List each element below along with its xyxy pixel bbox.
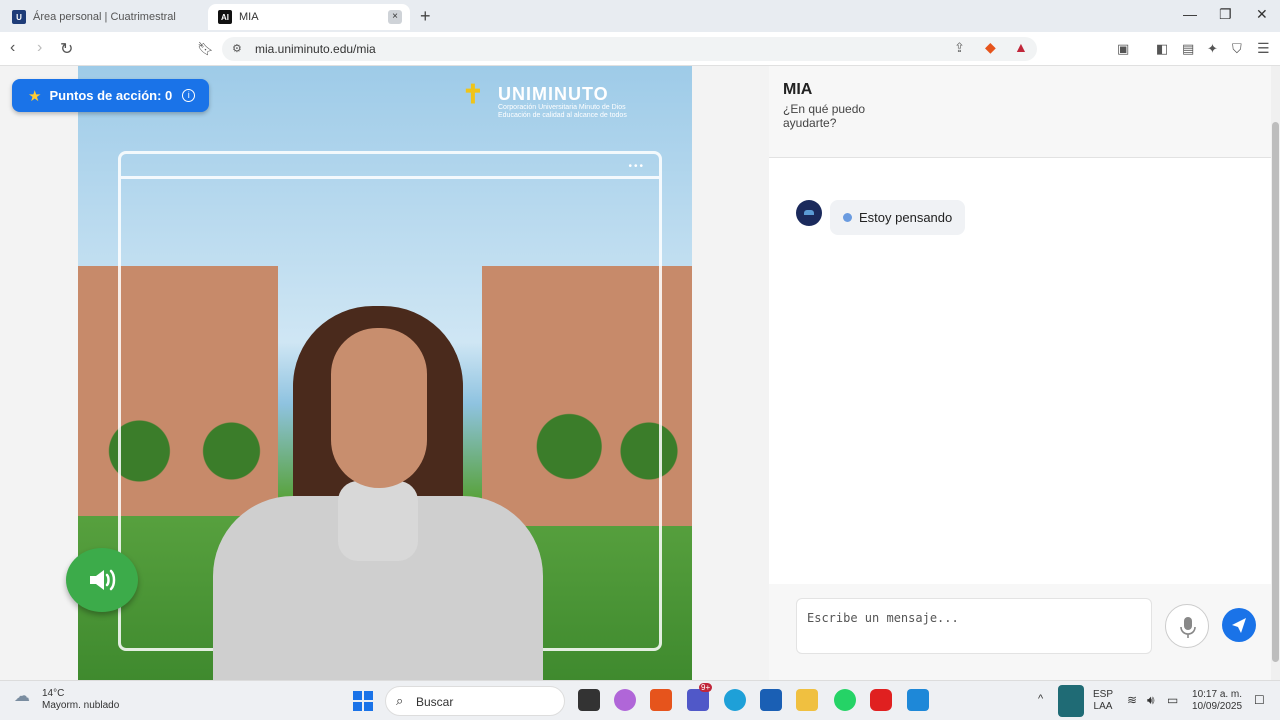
- microphone-button[interactable]: [1165, 604, 1209, 648]
- edge-icon[interactable]: [724, 689, 746, 711]
- mic-tray-icon[interactable]: [1058, 685, 1084, 717]
- store-icon[interactable]: [760, 689, 782, 711]
- thinking-dot-icon: [843, 213, 852, 222]
- avatar-scene: ••• ✝ UNIMINUTO Corporación Universitari…: [78, 66, 692, 680]
- chat-input-area: Escribe un mensaje...: [769, 584, 1271, 680]
- youtube-icon[interactable]: [870, 689, 892, 711]
- page-scrollbar[interactable]: [1271, 66, 1280, 680]
- avatar-face: [331, 328, 427, 488]
- chat-title: MIA: [783, 81, 813, 98]
- tab-label: Área personal | Cuatrimestral: [33, 11, 176, 23]
- mia-avatar: [213, 306, 543, 680]
- task-view-icon[interactable]: [578, 689, 600, 711]
- browser-toolbar: ‹ › ↻ 🔖︎ ⚙ mia.uniminuto.edu/mia ⇪ ◆ ▲ ▣…: [0, 32, 1280, 66]
- taskbar-search[interactable]: ⌕ Buscar: [385, 686, 565, 716]
- tab-label: MIA: [239, 11, 259, 23]
- speaker-icon: [90, 569, 116, 591]
- sidebar-icon[interactable]: ◧: [1156, 41, 1168, 57]
- chat-header: MIA ¿En qué puedo ayudarte?: [769, 66, 1271, 158]
- notifications-icon[interactable]: ☐: [1254, 694, 1265, 706]
- address-bar[interactable]: ⚙ mia.uniminuto.edu/mia ⇪ ◆ ▲: [222, 37, 1037, 61]
- reload-icon[interactable]: ↻: [60, 39, 73, 59]
- battery-icon[interactable]: ▭: [1167, 694, 1178, 706]
- microphone-icon: [1180, 617, 1196, 638]
- teams-icon[interactable]: 9+: [687, 683, 713, 711]
- send-button[interactable]: [1222, 608, 1256, 642]
- close-icon[interactable]: ✕: [1256, 6, 1268, 23]
- file-explorer-icon[interactable]: [796, 689, 818, 711]
- cloudy-icon: ☁: [14, 688, 30, 705]
- weather-desc: Mayorm. nublado: [42, 700, 120, 711]
- whatsapp-icon[interactable]: [834, 689, 856, 711]
- chevron-up-icon[interactable]: ^: [1038, 693, 1043, 705]
- chat-panel: MIA ¿En qué puedo ayudarte? Estoy pensan…: [769, 66, 1271, 680]
- tab-area-personal[interactable]: U Área personal | Cuatrimestral: [0, 4, 205, 30]
- brave-shield-icon[interactable]: ◆: [985, 39, 996, 56]
- menu-icon[interactable]: ☰: [1257, 40, 1270, 57]
- vscode-icon[interactable]: [907, 689, 929, 711]
- uniminuto-logo: ✝ UNIMINUTO Corporación Universitaria Mi…: [462, 80, 627, 119]
- url-text: mia.uniminuto.edu/mia: [255, 42, 376, 56]
- action-points-button[interactable]: ★ Puntos de acción: 0 i: [12, 79, 210, 112]
- back-icon[interactable]: ‹: [10, 39, 15, 57]
- thinking-text: Estoy pensando: [859, 210, 953, 225]
- send-icon: [1232, 618, 1246, 633]
- copilot-icon[interactable]: [614, 689, 636, 711]
- star-icon: ★: [28, 87, 42, 105]
- page-content: ••• ✝ UNIMINUTO Corporación Universitari…: [0, 66, 1280, 680]
- thinking-message: Estoy pensando: [830, 200, 966, 235]
- leo-ai-icon[interactable]: ✦: [1207, 41, 1218, 57]
- start-button[interactable]: [353, 691, 373, 711]
- wifi-icon[interactable]: ≋: [1127, 694, 1137, 706]
- volume-icon[interactable]: 🔊︎: [1147, 694, 1155, 706]
- clock[interactable]: 10:17 a. m. 10/09/2025: [1192, 689, 1242, 713]
- ai-favicon: AI: [218, 10, 232, 24]
- logo-mark-icon: ✝: [462, 80, 484, 110]
- tab-mia[interactable]: AI MIA ×: [208, 4, 410, 30]
- minimize-icon[interactable]: —: [1183, 6, 1197, 22]
- windows-taskbar: ☁ 14°C Mayorm. nublado ⌕ Buscar 9+ ^ ESP…: [0, 680, 1280, 720]
- chat-subtitle: ¿En qué puedo ayudarte?: [783, 102, 866, 130]
- close-tab-icon[interactable]: ×: [388, 10, 402, 24]
- forward-icon[interactable]: ›: [37, 39, 42, 57]
- bot-avatar: [796, 200, 822, 226]
- brave-icon[interactable]: [650, 689, 672, 711]
- bookmark-icon[interactable]: 🔖︎: [197, 41, 214, 57]
- teams-badge: 9+: [699, 683, 713, 692]
- sound-toggle-button[interactable]: [66, 548, 138, 612]
- maximize-icon[interactable]: ❐: [1219, 6, 1232, 23]
- weather-temp: 14°C: [42, 688, 65, 699]
- action-points-label: Puntos de acción: 0: [49, 88, 173, 103]
- language-indicator[interactable]: ESP LAA: [1093, 689, 1113, 713]
- brave-rewards-icon[interactable]: ▲: [1014, 39, 1028, 55]
- vpn-icon[interactable]: ⛉: [1232, 41, 1242, 57]
- uniminuto-favicon: U: [12, 10, 26, 24]
- reader-mode-icon[interactable]: ▣: [1117, 41, 1129, 57]
- new-tab-button[interactable]: +: [420, 6, 431, 27]
- frame-dots: •••: [628, 161, 645, 172]
- site-settings-icon[interactable]: ⚙: [232, 42, 242, 55]
- message-input[interactable]: Escribe un mensaje...: [796, 598, 1152, 654]
- share-icon[interactable]: ⇪: [954, 40, 965, 56]
- wallet-icon[interactable]: ▤: [1182, 41, 1194, 57]
- info-icon[interactable]: i: [182, 89, 196, 102]
- search-icon: ⌕: [396, 693, 404, 708]
- browser-tabstrip: U Área personal | Cuatrimestral AI MIA ×…: [0, 0, 1280, 32]
